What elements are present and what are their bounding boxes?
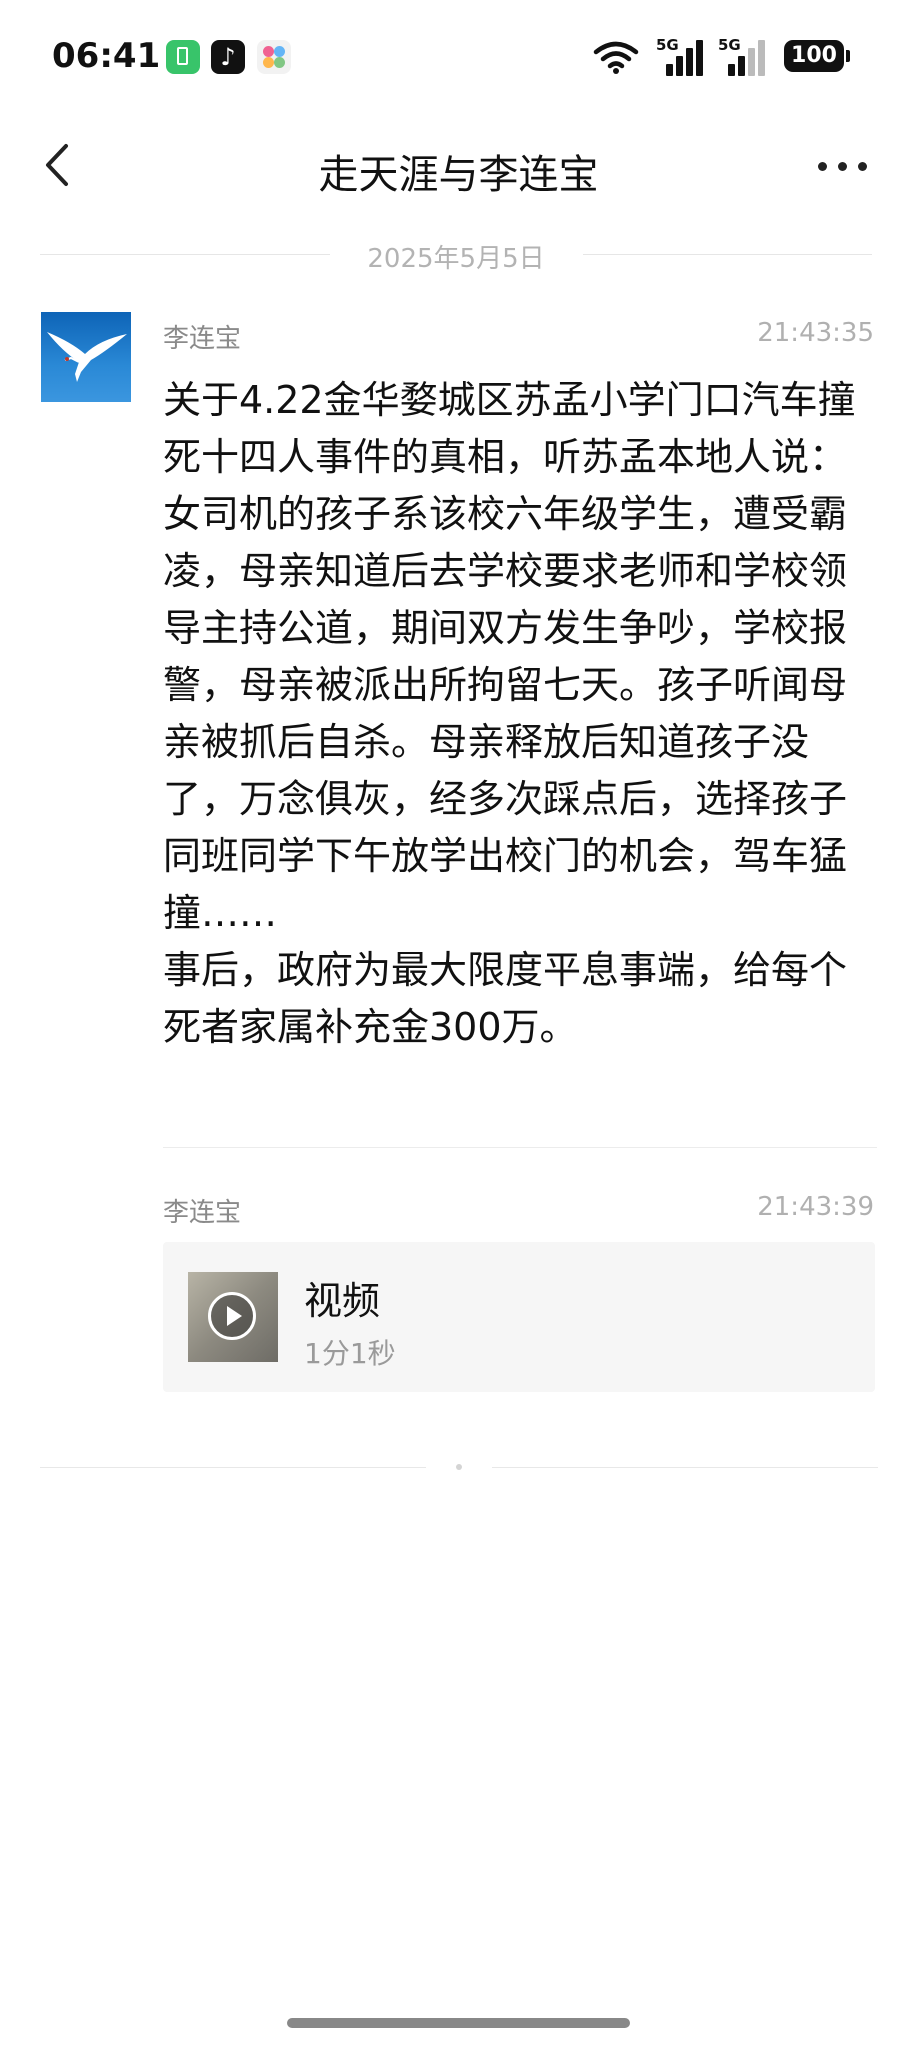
status-bar: 06:41 5G 5G 100 <box>0 0 917 110</box>
video-duration: 1分1秒 <box>304 1337 396 1370</box>
more-options-icon[interactable] <box>818 160 868 174</box>
chat-title: 走天涯与李连宝 <box>318 152 599 198</box>
message-separator <box>163 1147 877 1148</box>
message-text: 关于4.22金华婺城区苏孟小学门口汽车撞死十四人事件的真相，听苏孟本地人说：女司… <box>163 378 856 1049</box>
date-label: 2025年5月5日 <box>367 244 545 274</box>
tiktok-app-icon <box>211 40 245 74</box>
message-time: 21:43:35 <box>757 318 874 348</box>
battery-icon: 100 <box>784 40 850 72</box>
crane-bird-icon <box>47 332 127 382</box>
network-type-label: 5G <box>656 36 679 54</box>
cellular-signal-1-icon: 5G <box>656 36 708 76</box>
flower-app-icon <box>257 40 291 74</box>
status-time: 06:41 <box>52 36 161 76</box>
end-divider-left <box>40 1467 426 1468</box>
video-message-card[interactable]: 视频 1分1秒 <box>163 1242 875 1392</box>
end-divider-dot <box>456 1464 462 1470</box>
avatar[interactable] <box>41 312 131 402</box>
wifi-icon <box>593 41 639 74</box>
network-type-label-2: 5G <box>718 36 741 54</box>
cellular-signal-2-icon: 5G <box>718 36 770 76</box>
date-divider: 2025年5月5日 <box>40 236 872 274</box>
message-time-2: 21:43:39 <box>757 1192 874 1222</box>
battery-saver-app-icon <box>166 40 200 74</box>
message-sender-2: 李连宝 <box>163 1198 242 1228</box>
play-icon <box>208 1292 256 1340</box>
home-indicator[interactable] <box>287 2018 630 2028</box>
message-sender: 李连宝 <box>163 324 242 354</box>
video-thumbnail <box>188 1272 278 1362</box>
end-divider-right <box>492 1467 878 1468</box>
video-title: 视频 <box>304 1279 381 1323</box>
chat-header: 走天涯与李连宝 <box>0 110 917 220</box>
